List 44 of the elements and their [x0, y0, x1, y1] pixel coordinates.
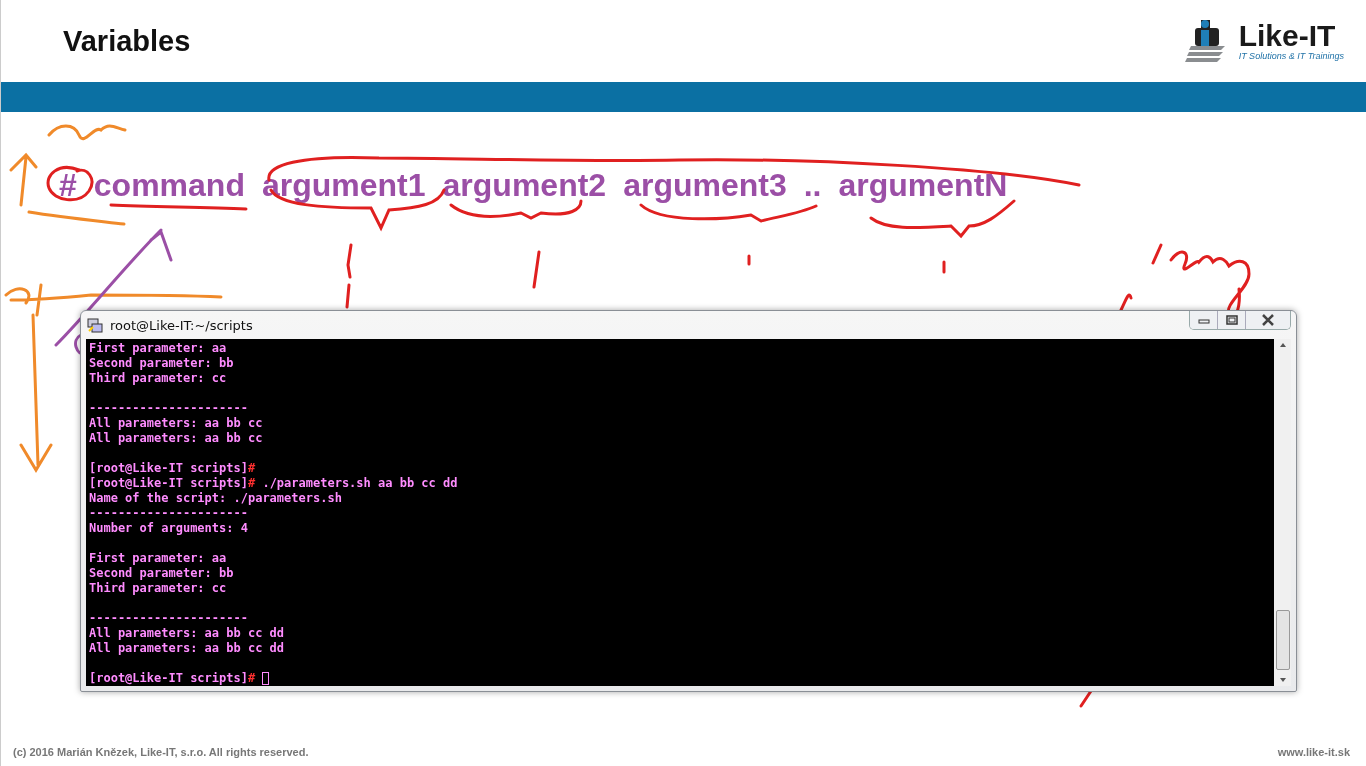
syntax-word: ..: [803, 167, 822, 204]
output-line: Third parameter: cc: [89, 371, 227, 386]
scrollbar[interactable]: [1274, 339, 1291, 686]
logo-name: Like-IT: [1238, 21, 1337, 51]
maximize-button[interactable]: [1218, 311, 1246, 329]
output-line: All parameters: aa bb cc dd: [89, 626, 285, 641]
output-line: ----------------------: [89, 611, 248, 626]
syntax-word: command: [93, 167, 245, 204]
output-line: All parameters: aa bb cc: [89, 431, 263, 446]
prompt-symbol: #: [247, 461, 256, 476]
logo-tagline: IT Solutions & IT Trainings: [1238, 51, 1344, 61]
slide-title: Variables: [63, 24, 191, 58]
output-line: ----------------------: [89, 401, 248, 416]
output-line: Third parameter: cc: [89, 581, 227, 596]
shell-prompt: [root@Like-IT scripts]: [89, 476, 248, 491]
syntax-word: argument3: [623, 167, 787, 204]
minimize-button[interactable]: [1190, 311, 1218, 329]
website-link[interactable]: www.like-it.sk: [1277, 746, 1350, 758]
window-title: root@Like-IT:~/scripts: [110, 317, 253, 333]
output-line: First parameter: aa: [89, 341, 227, 356]
minimize-icon: [1197, 316, 1210, 324]
syntax-word: argument2: [442, 167, 607, 204]
output-line: All parameters: aa bb cc: [89, 416, 263, 431]
copyright-text: (c) 2016 Marián Knězek, Like-IT, s.r.o. All rights reserved.: [13, 746, 309, 758]
scrollbar-thumb[interactable]: [1275, 610, 1290, 670]
prompt-symbol: #: [247, 476, 256, 491]
close-icon: [1261, 314, 1275, 326]
output-line: First parameter: aa: [89, 551, 227, 566]
syntax-word: argumentN: [838, 167, 1008, 204]
output-line: Name of the script: ./parameters.sh: [89, 491, 342, 506]
command-text: ./parameters.sh aa bb cc dd: [262, 476, 458, 491]
shell-prompt: [root@Like-IT scripts]: [89, 461, 248, 476]
output-line: All parameters: aa bb cc dd: [89, 641, 285, 656]
prompt-symbol: #: [247, 671, 256, 686]
shell-prompt: [root@Like-IT scripts]: [89, 671, 248, 686]
restore-icon: [1225, 315, 1238, 325]
syntax-word: #: [59, 167, 77, 204]
terminal-app-icon: [86, 316, 104, 334]
output-line: Number of arguments: 4: [89, 521, 248, 536]
output-line: Second parameter: bb: [89, 356, 234, 371]
output-line: ----------------------: [89, 506, 248, 521]
syntax-word: argument1: [261, 167, 426, 204]
output-line: Second parameter: bb: [89, 566, 234, 581]
close-button[interactable]: [1246, 311, 1290, 329]
